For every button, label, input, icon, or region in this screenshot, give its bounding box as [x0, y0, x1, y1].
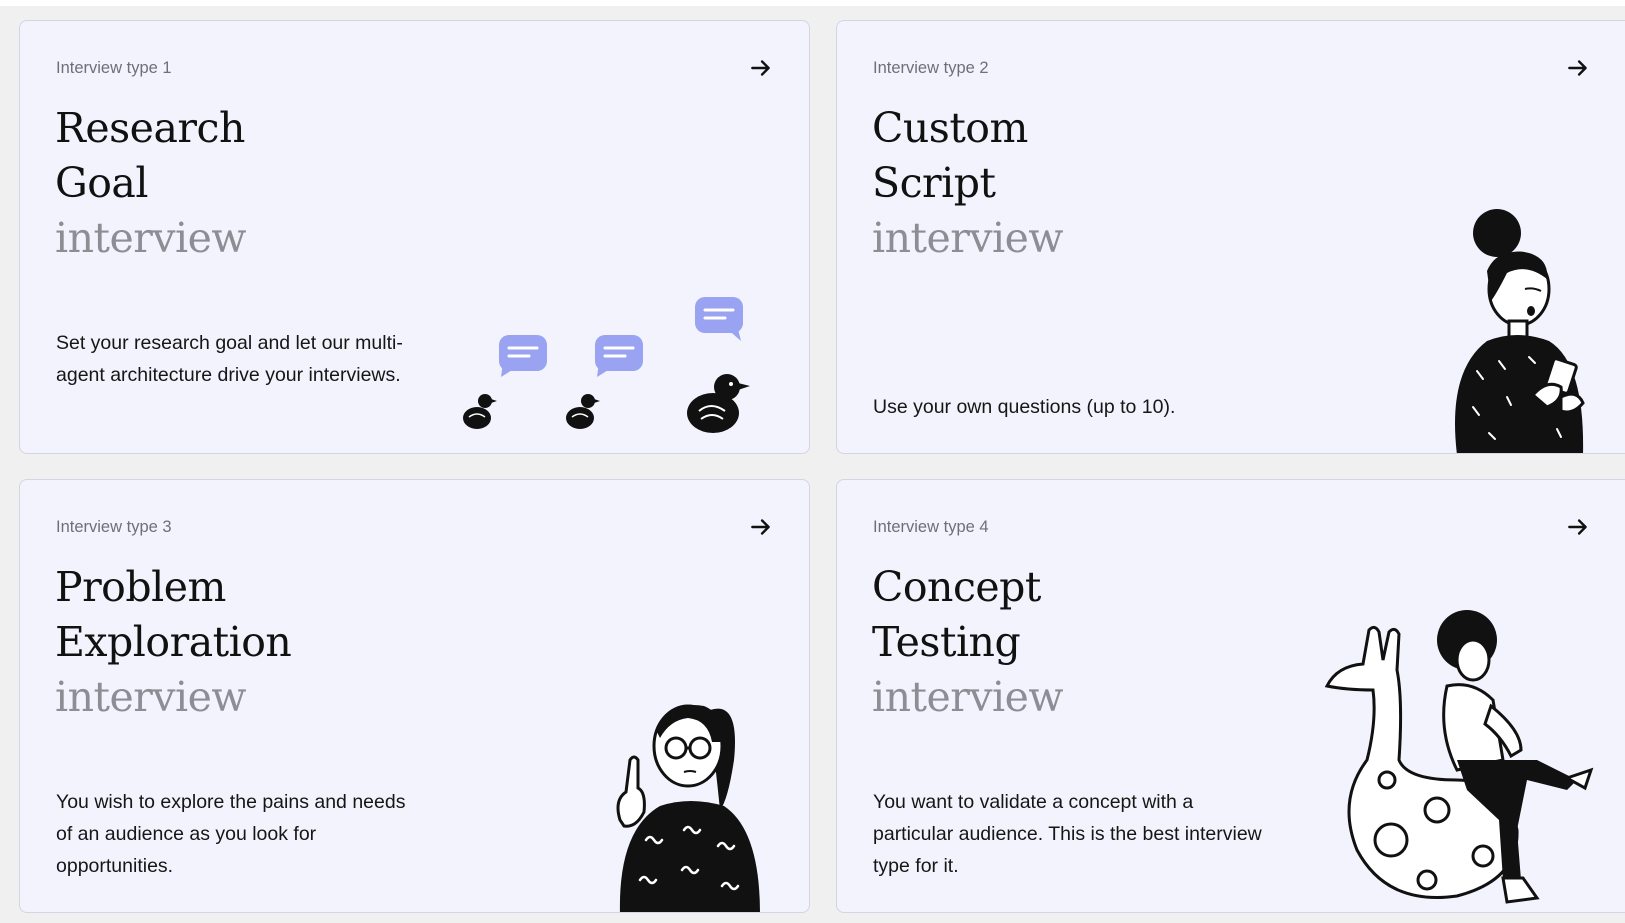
card-description: Use your own questions (up to 10).	[873, 396, 1176, 418]
title-line-2: Script	[872, 159, 996, 207]
card-type-label: Interview type 1	[56, 59, 172, 77]
card-title: Concept Testing interview	[872, 560, 1064, 725]
interview-type-card-custom-script[interactable]: Interview type 2 Custom Script interview…	[836, 20, 1625, 454]
arrow-right-icon[interactable]	[1565, 514, 1591, 540]
woman-idea-illustration	[616, 704, 760, 912]
person-giraffe-illustration	[1324, 610, 1594, 904]
card-type-label: Interview type 2	[873, 59, 989, 77]
interview-type-card-research-goal[interactable]: Interview type 1 Research Goal interview…	[19, 20, 810, 454]
card-title: Custom Script interview	[872, 101, 1064, 266]
card-type-label: Interview type 4	[873, 518, 989, 536]
card-title: Research Goal interview	[55, 101, 247, 266]
card-description: Set your research goal and let our multi…	[56, 332, 403, 386]
title-line-2: Exploration	[55, 618, 292, 666]
title-line-3: interview	[872, 214, 1064, 262]
title-line-2: Goal	[55, 159, 149, 207]
title-line-1: Problem	[55, 563, 226, 611]
arrow-right-icon[interactable]	[748, 55, 774, 81]
arrow-right-icon[interactable]	[1565, 55, 1591, 81]
title-line-2: Testing	[872, 618, 1021, 666]
card-type-label: Interview type 3	[56, 518, 172, 536]
card-description: You want to validate a concept with a pa…	[873, 791, 1262, 877]
interview-type-card-concept-testing[interactable]: Interview type 4 Concept Testing intervi…	[836, 479, 1625, 913]
card-title: Problem Exploration interview	[55, 560, 292, 725]
arrow-right-icon[interactable]	[748, 514, 774, 540]
ducks-chat-illustration	[463, 297, 750, 433]
title-line-3: interview	[872, 673, 1064, 721]
title-line-1: Research	[55, 104, 245, 152]
title-line-3: interview	[55, 673, 247, 721]
title-line-3: interview	[55, 214, 247, 262]
top-edge	[0, 0, 1625, 6]
card-description: You wish to explore the pains and needs …	[56, 791, 406, 877]
woman-phone-illustration	[1455, 209, 1585, 453]
title-line-1: Concept	[872, 563, 1041, 611]
title-line-1: Custom	[872, 104, 1028, 152]
interview-type-card-problem-exploration[interactable]: Interview type 3 Problem Exploration int…	[19, 479, 810, 913]
